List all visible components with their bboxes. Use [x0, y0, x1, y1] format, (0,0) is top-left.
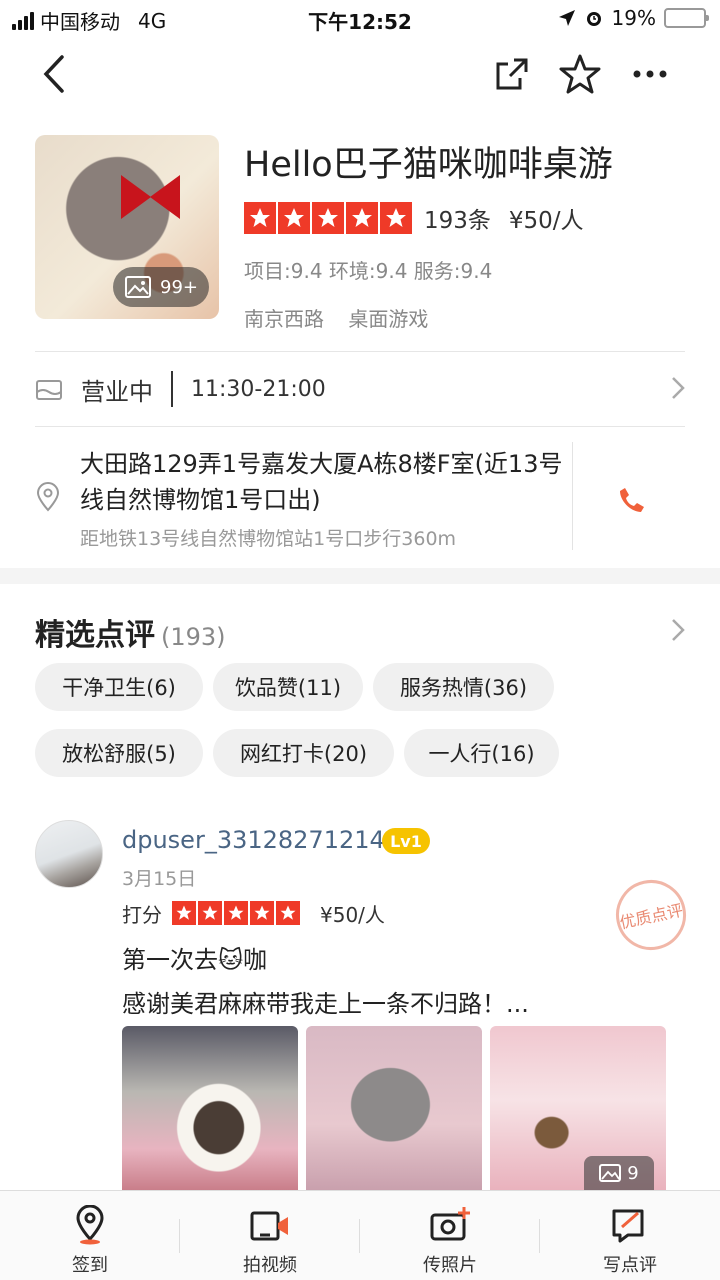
star-icon — [380, 202, 412, 234]
subway-distance: 距地铁13号线自然博物馆站1号口步行360m — [80, 528, 457, 550]
sub-scores: 项目:9.4 环境:9.4 服务:9.4 — [244, 259, 493, 283]
star-icon — [250, 901, 274, 925]
tag-category[interactable]: 桌面游戏 — [348, 307, 428, 331]
review-tag-chip[interactable]: 网红打卡(20) — [213, 729, 394, 777]
upload-photo-label: 传照片 — [423, 1255, 477, 1276]
chevron-right-icon — [672, 377, 685, 399]
photo-decoration — [121, 175, 151, 219]
hours-time: 11:30-21:00 — [191, 376, 326, 402]
avatar[interactable] — [35, 820, 103, 888]
star-icon — [276, 901, 300, 925]
camera-plus-icon — [430, 1207, 470, 1241]
review-text-line[interactable]: 第一次去🐱咖 — [122, 940, 267, 975]
review-count: 193条 — [424, 208, 491, 234]
share-button[interactable] — [488, 50, 536, 98]
reviews-count: (193) — [161, 623, 226, 651]
status-right: 19% — [558, 6, 709, 30]
more-photos-badge[interactable]: 9 — [584, 1156, 654, 1190]
record-video-button[interactable]: 拍视频 — [180, 1191, 360, 1280]
review-photo[interactable] — [306, 1026, 482, 1190]
chevron-left-icon — [43, 55, 64, 93]
checkin-pin-icon — [76, 1205, 104, 1245]
location-arrow-icon — [558, 10, 575, 26]
write-review-icon — [612, 1209, 644, 1243]
location-pin-icon — [36, 482, 60, 512]
photo-decoration — [150, 175, 180, 219]
checkin-label: 签到 — [72, 1255, 108, 1276]
phone-icon — [620, 488, 644, 512]
photo-count-badge[interactable]: 99+ — [113, 267, 209, 307]
review-date: 3月15日 — [122, 868, 197, 890]
star-icon — [278, 202, 310, 234]
video-camera-icon — [250, 1211, 288, 1241]
divider — [171, 371, 173, 407]
image-icon — [599, 1164, 622, 1182]
more-photos-count: 9 — [627, 1162, 639, 1184]
shop-name: Hello巴子猫咪咖啡桌游 — [244, 145, 613, 185]
photo-count-label: 99+ — [160, 276, 198, 298]
more-button[interactable] — [626, 50, 674, 98]
address-text[interactable]: 大田路129弄1号嘉发大厦A栋8楼F室(近13号线自然博物馆1号口出) — [80, 446, 565, 518]
star-icon — [244, 202, 276, 234]
star-icon — [172, 901, 196, 925]
chevron-right-icon[interactable] — [671, 618, 685, 642]
shop-rating-row: 193条 ¥50/人 — [244, 200, 584, 236]
nav-bar — [0, 36, 720, 112]
review-tag-chip[interactable]: 放松舒服(5) — [35, 729, 203, 777]
star-icon — [224, 901, 248, 925]
shop-cover-photo[interactable]: 99+ — [35, 135, 219, 319]
more-icon — [633, 70, 667, 78]
avg-price: ¥50/人 — [508, 208, 584, 234]
user-level-badge: Lv1 — [382, 828, 430, 854]
call-button[interactable] — [610, 478, 654, 522]
review-star-rating — [172, 901, 300, 925]
review-tag-chip[interactable]: 饮品赞(11) — [213, 663, 363, 711]
favorite-button[interactable] — [556, 50, 604, 98]
section-gap — [0, 568, 720, 584]
review-tag-chip[interactable]: 一人行(16) — [404, 729, 559, 777]
star-outline-icon — [559, 54, 601, 94]
battery-percent: 19% — [611, 6, 656, 30]
review-username[interactable]: dpuser_33128271214 — [122, 826, 385, 854]
upload-photo-button[interactable]: 传照片 — [360, 1191, 540, 1280]
review-tag-chip[interactable]: 服务热情(36) — [373, 663, 554, 711]
reviews-title: 精选点评 — [35, 618, 155, 653]
star-icon — [312, 202, 344, 234]
rating-label: 打分 — [122, 902, 162, 927]
checkin-button[interactable]: 签到 — [0, 1191, 180, 1280]
review-text-line[interactable]: 感谢美君麻麻带我走上一条不归路！... — [122, 984, 529, 1019]
review-photo[interactable]: 9 — [490, 1026, 666, 1190]
tag-district[interactable]: 南京西路 — [244, 307, 324, 331]
review-tag-chip[interactable]: 干净卫生(6) — [35, 663, 203, 711]
quality-review-stamp: 优质点评 — [609, 873, 693, 957]
bottom-action-bar: 签到 拍视频 传照片 写点评 — [0, 1190, 720, 1280]
write-review-button[interactable]: 写点评 — [540, 1191, 720, 1280]
image-icon — [125, 276, 151, 298]
reviews-section-title[interactable]: 精选点评 (193) — [35, 610, 226, 654]
star-icon — [346, 202, 378, 234]
alarm-icon — [586, 12, 601, 26]
review-price: ¥50/人 — [320, 902, 385, 927]
star-icon — [198, 901, 222, 925]
record-video-label: 拍视频 — [243, 1255, 297, 1276]
back-button[interactable] — [30, 50, 78, 98]
open-status: 营业中 — [81, 377, 153, 406]
star-rating — [244, 202, 412, 234]
business-hours-row[interactable]: 营业中 11:30-21:00 — [35, 352, 685, 426]
review-rating-row: 打分 ¥50/人 — [122, 898, 385, 928]
divider — [35, 426, 685, 427]
shop-tags: 南京西路 桌面游戏 — [244, 303, 446, 332]
battery-icon — [664, 8, 709, 28]
status-bar: 中国移动 4G 下午12:52 19% — [0, 0, 720, 36]
review-photo[interactable] — [122, 1026, 298, 1190]
shop-icon — [36, 380, 62, 400]
share-icon — [496, 58, 528, 90]
write-review-label: 写点评 — [603, 1255, 657, 1276]
divider — [572, 442, 573, 550]
